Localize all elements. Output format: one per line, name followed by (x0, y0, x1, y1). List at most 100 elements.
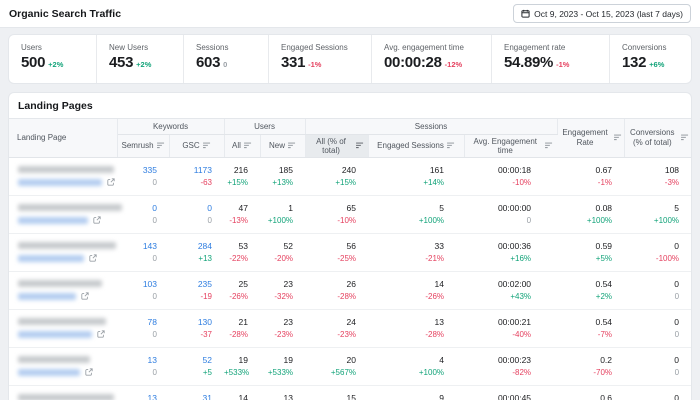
users-new-cell: 185 +13% (260, 157, 305, 195)
conversions-cell: 0 0 (624, 271, 691, 309)
sessions-all-pct-cell: 240 +15% (305, 157, 368, 195)
sessions-all-pct-cell: 26 -28% (305, 271, 368, 309)
gsc-keywords-cell[interactable]: 31 -5 (169, 385, 224, 400)
conversions-cell: 0 0 (624, 309, 691, 347)
col-header-users-new[interactable]: New (260, 134, 305, 157)
semrush-keywords-cell[interactable]: 13 0 (117, 347, 169, 385)
gsc-keywords-cell[interactable]: 52 +5 (169, 347, 224, 385)
kpi-value: 54.89% (504, 54, 553, 71)
sessions-all-pct-cell: 65 -10% (305, 195, 368, 233)
col-header-gsc[interactable]: GSC (169, 134, 224, 157)
landing-page-cell[interactable] (9, 195, 117, 233)
sort-icon (681, 134, 689, 141)
gsc-keywords-cell[interactable]: 235 -19 (169, 271, 224, 309)
landing-page-cell[interactable] (9, 271, 117, 309)
kpi-label: Engaged Sessions (281, 43, 371, 52)
kpi-delta: 0 (223, 60, 227, 69)
external-link-icon[interactable] (97, 330, 105, 338)
kpi-item: Sessions 603 0 (183, 35, 268, 83)
sort-icon (356, 142, 364, 149)
sessions-all-pct-cell: 56 -25% (305, 233, 368, 271)
external-link-icon[interactable] (93, 216, 101, 224)
table-row[interactable]: 13 0 52 +5 19 +533% 19 +533% 20 +567% 4 … (9, 347, 691, 385)
kpi-value: 500 (21, 54, 45, 71)
landing-page-cell[interactable] (9, 347, 117, 385)
landing-page-url-redacted (18, 255, 84, 262)
col-header-sessions-all-pct[interactable]: All (% of total) (305, 134, 368, 157)
sessions-all-pct-cell: 15 -21% (305, 385, 368, 400)
sort-icon (157, 142, 165, 149)
sort-icon (614, 134, 622, 141)
col-header-avg-engagement-time[interactable]: Avg. Engagement time (464, 134, 557, 157)
kpi-delta: +2% (48, 60, 63, 69)
table-row[interactable]: 335 0 1173 -63 216 +15% 185 +13% 240 +15… (9, 157, 691, 195)
kpi-item: Users 500 +2% (9, 35, 96, 83)
kpi-delta: -1% (308, 60, 321, 69)
semrush-keywords-cell[interactable]: 103 0 (117, 271, 169, 309)
landing-page-cell[interactable] (9, 309, 117, 347)
landing-page-title-redacted (18, 394, 114, 400)
semrush-keywords-cell[interactable]: 13 0 (117, 385, 169, 400)
engaged-sessions-cell: 4 +100% (368, 347, 464, 385)
users-all-cell: 25 -26% (224, 271, 260, 309)
table-row[interactable]: 13 0 31 -5 14 -26% 13 -28% 15 -21% 9 -31… (9, 385, 691, 400)
external-link-icon[interactable] (85, 368, 93, 376)
col-header-users-all[interactable]: All (224, 134, 260, 157)
semrush-keywords-cell[interactable]: 0 0 (117, 195, 169, 233)
kpi-label: Engagement rate (504, 43, 609, 52)
users-new-cell: 19 +533% (260, 347, 305, 385)
engaged-sessions-cell: 14 -26% (368, 271, 464, 309)
external-link-icon[interactable] (89, 254, 97, 262)
users-all-cell: 216 +15% (224, 157, 260, 195)
users-new-cell: 23 -32% (260, 271, 305, 309)
kpi-value: 603 (196, 54, 220, 71)
gsc-keywords-cell[interactable]: 0 0 (169, 195, 224, 233)
users-all-cell: 19 +533% (224, 347, 260, 385)
landing-page-cell[interactable] (9, 233, 117, 271)
kpi-label: Sessions (196, 43, 268, 52)
table-row[interactable]: 78 0 130 -37 21 -28% 23 -23% 24 -23% 13 … (9, 309, 691, 347)
col-group-sessions: Sessions (305, 119, 557, 134)
landing-pages-card: Landing Pages Landing Page Keywords User… (8, 92, 692, 400)
gsc-keywords-cell[interactable]: 1173 -63 (169, 157, 224, 195)
engagement-rate-cell: 0.59 +5% (557, 233, 624, 271)
kpi-delta: -1% (556, 60, 569, 69)
landing-page-cell[interactable] (9, 385, 117, 400)
semrush-keywords-cell[interactable]: 335 0 (117, 157, 169, 195)
kpi-value: 132 (622, 54, 646, 71)
kpi-item: Engaged Sessions 331 -1% (268, 35, 371, 83)
gsc-keywords-cell[interactable]: 130 -37 (169, 309, 224, 347)
kpi-delta: -12% (445, 60, 463, 69)
landing-page-url-redacted (18, 331, 92, 338)
col-header-semrush[interactable]: Semrush (117, 134, 169, 157)
landing-page-url-redacted (18, 293, 76, 300)
table-body: 335 0 1173 -63 216 +15% 185 +13% 240 +15… (9, 157, 691, 400)
landing-page-title-redacted (18, 242, 116, 249)
kpi-value: 331 (281, 54, 305, 71)
conversions-cell: 0 -100% (624, 233, 691, 271)
external-link-icon[interactable] (81, 292, 89, 300)
col-header-engaged-sessions[interactable]: Engaged Sessions (368, 134, 464, 157)
landing-page-url-redacted (18, 179, 102, 186)
table-row[interactable]: 0 0 0 0 47 -13% 1 +100% 65 -10% 5 +100% … (9, 195, 691, 233)
users-all-cell: 14 -26% (224, 385, 260, 400)
table-row[interactable]: 143 0 284 +13 53 -22% 52 -20% 56 -25% 33… (9, 233, 691, 271)
col-header-conversions[interactable]: Conversions (% of total) (624, 119, 691, 157)
table-row[interactable]: 103 0 235 -19 25 -26% 23 -32% 26 -28% 14… (9, 271, 691, 309)
engagement-rate-cell: 0.54 +2% (557, 271, 624, 309)
kpi-value: 00:00:28 (384, 54, 442, 71)
date-range-button[interactable]: Oct 9, 2023 - Oct 15, 2023 (last 7 days) (513, 4, 691, 23)
landing-page-url-redacted (18, 369, 80, 376)
engagement-rate-cell: 0.67 -1% (557, 157, 624, 195)
gsc-keywords-cell[interactable]: 284 +13 (169, 233, 224, 271)
semrush-keywords-cell[interactable]: 78 0 (117, 309, 169, 347)
col-header-engagement-rate[interactable]: Engagement Rate (557, 119, 624, 157)
landing-page-cell[interactable] (9, 157, 117, 195)
avg-engagement-time-cell: 00:00:18 -10% (464, 157, 557, 195)
engaged-sessions-cell: 161 +14% (368, 157, 464, 195)
landing-pages-table: Landing Page Keywords Users Sessions Eng… (9, 119, 691, 400)
conversions-cell: 0 0 (624, 347, 691, 385)
users-all-cell: 53 -22% (224, 233, 260, 271)
external-link-icon[interactable] (107, 178, 115, 186)
semrush-keywords-cell[interactable]: 143 0 (117, 233, 169, 271)
